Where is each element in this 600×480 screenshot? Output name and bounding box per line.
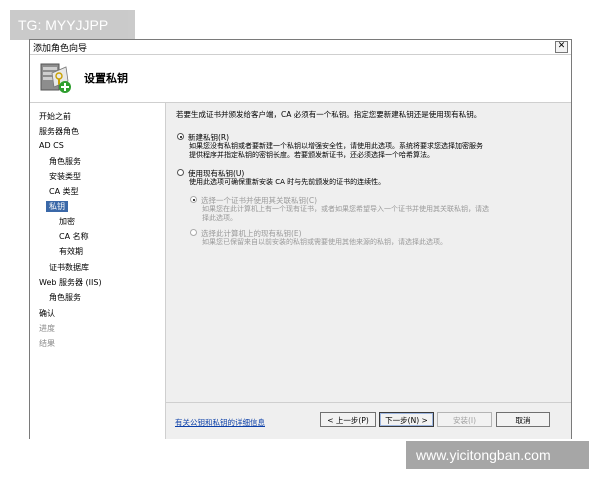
nav-item-iis-role-services[interactable]: 角色服务 <box>49 292 81 303</box>
radio-select-certificate-circle <box>190 196 197 203</box>
install-button: 安装(I) <box>437 412 492 427</box>
nav-item-role-services[interactable]: 角色服务 <box>49 156 81 167</box>
select-existing-key-description: 如果您已保留来自以前安装的私钥或需要使用其他来源的私钥，请选择此选项。 <box>202 238 447 246</box>
watermark-bottom-right: www.yicitongban.com <box>406 441 589 469</box>
radio-select-existing-key-circle <box>190 229 197 236</box>
nav-item-web-server-iis[interactable]: Web 服务器 (IIS) <box>39 277 102 288</box>
nav-item-ad-cs[interactable]: AD CS <box>39 141 64 150</box>
title-bar: 添加角色向导 ✕ <box>30 40 571 55</box>
nav-item-private-key[interactable]: 私钥 <box>46 201 68 212</box>
nav-item-ca-name[interactable]: CA 名称 <box>59 231 89 242</box>
wizard-header: 设置私钥 <box>30 55 571 103</box>
close-icon: ✕ <box>557 41 566 51</box>
radio-new-private-key-circle[interactable] <box>177 133 184 140</box>
new-key-description-line-2: 提供程序并指定私钥的密钥长度。若要颁发新证书，还必须选择一个哈希算法。 <box>189 151 434 159</box>
nav-item-results: 结果 <box>39 339 55 348</box>
nav-item-cryptography[interactable]: 加密 <box>59 216 75 227</box>
server-key-icon <box>40 63 71 93</box>
nav-item-certificate-database[interactable]: 证书数据库 <box>49 262 89 273</box>
nav-item-confirmation[interactable]: 确认 <box>39 308 55 319</box>
new-key-description-line-1: 如果您没有私钥或者要新建一个私钥以增强安全性，请使用此选项。系统将要求您选择加密… <box>189 142 483 150</box>
watermark-top-left: TG: MYYJJPP <box>10 10 135 40</box>
nav-item-before-you-begin[interactable]: 开始之前 <box>39 111 71 122</box>
nav-item-setup-type[interactable]: 安装类型 <box>49 171 81 182</box>
nav-item-server-roles[interactable]: 服务器角色 <box>39 126 79 137</box>
select-certificate-description-line-2: 择此选项。 <box>202 214 237 222</box>
nav-item-validity-period[interactable]: 有效期 <box>59 246 83 257</box>
window-title: 添加角色向导 <box>33 44 88 54</box>
radio-existing-private-key-circle[interactable] <box>177 169 184 176</box>
existing-key-description: 使用此选项可确保重新安装 CA 时与先前颁发的证书的连续性。 <box>189 178 386 186</box>
previous-button[interactable]: < 上一步(P) <box>320 412 376 427</box>
content-pane: 若要生成证书并颁发给客户端，CA 必须有一个私钥。指定您要新建私钥还是使用现有私… <box>166 103 571 439</box>
nav-item-progress: 进度 <box>39 324 55 333</box>
page-title: 设置私钥 <box>84 72 128 85</box>
footer-separator <box>166 402 571 403</box>
next-button[interactable]: 下一步(N) > <box>379 412 434 427</box>
intro-text: 若要生成证书并颁发给客户端，CA 必须有一个私钥。指定您要新建私钥还是使用现有私… <box>176 110 482 119</box>
nav-item-ca-type[interactable]: CA 类型 <box>49 186 79 197</box>
select-certificate-description-line-1: 如果您在此计算机上有一个现有证书，或者如果您希望导入一个证书并使用其关联私钥，请… <box>202 205 489 213</box>
wizard-steps-sidebar: 开始之前 服务器角色 AD CS 角色服务 安装类型 CA 类型 私钥 加密 C… <box>30 103 166 439</box>
more-info-link[interactable]: 有关公钥和私钥的详细信息 <box>175 417 265 428</box>
add-roles-wizard-window: 添加角色向导 ✕ 设置私钥 开始之前 服务器角色 AD CS 角色服务 安装类型… <box>29 39 572 439</box>
cancel-button[interactable]: 取消 <box>496 412 550 427</box>
close-button[interactable]: ✕ <box>555 41 568 53</box>
